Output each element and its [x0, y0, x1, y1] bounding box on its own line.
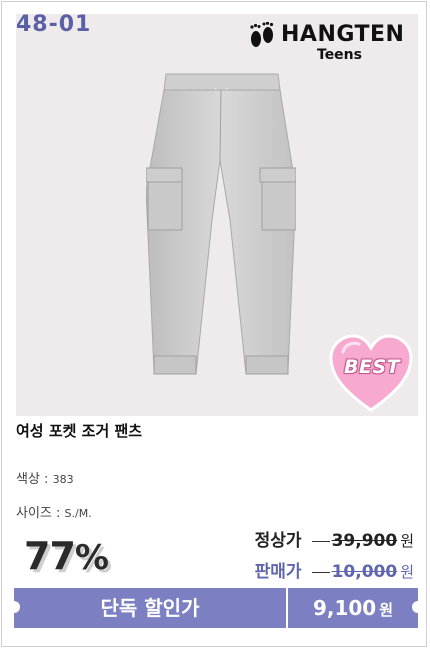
brand-subtitle: Teens — [317, 47, 362, 63]
brand-name: HANGTEN — [281, 22, 405, 47]
regular-price-label: 정상가 — [254, 531, 302, 551]
exclusive-discount-bar[interactable]: 단독 할인가 9,100 원 — [8, 588, 424, 628]
final-price-value: 9,100 — [312, 596, 377, 620]
regular-price-value: 39,900 — [310, 531, 397, 551]
product-code: 48-01 — [16, 12, 92, 37]
color-label: 색상 : — [16, 472, 49, 487]
sale-price-value: 10,000 — [310, 562, 397, 582]
final-price-currency: 원 — [379, 601, 394, 619]
size-value: S./M. — [64, 507, 92, 520]
size-label: 사이즈 : — [16, 506, 61, 521]
size-spec: 사이즈 : S./M. — [16, 502, 92, 521]
product-photo[interactable]: BEST — [16, 14, 418, 416]
percent-sign: % — [74, 538, 109, 578]
best-badge-label: BEST — [344, 356, 401, 378]
sale-price-currency: 원 — [400, 563, 414, 581]
jogger-pants-image — [146, 73, 296, 375]
color-spec: 색상 : 383 — [16, 468, 74, 487]
product-card[interactable]: BEST 48-01 HANGTEN Teens 여성 포켓 조거 팬츠 색상 … — [1, 1, 427, 647]
regular-price-currency: 원 — [400, 532, 414, 550]
footprints-icon — [250, 22, 274, 47]
sale-price-row: 판매가 10,000 원 — [255, 557, 414, 582]
regular-price-row: 정상가 39,900 원 — [255, 526, 414, 551]
sale-price-label: 판매가 — [254, 562, 302, 582]
product-title[interactable]: 여성 포켓 조거 팬츠 — [16, 420, 142, 441]
brand-logo: HANGTEN Teens — [247, 22, 417, 70]
exclusive-discount-price[interactable]: 9,100 원 — [288, 588, 418, 628]
discount-number: 77 — [24, 534, 76, 578]
color-value: 383 — [52, 473, 74, 486]
exclusive-discount-label[interactable]: 단독 할인가 — [14, 588, 286, 628]
discount-percent: 77% — [24, 534, 109, 578]
